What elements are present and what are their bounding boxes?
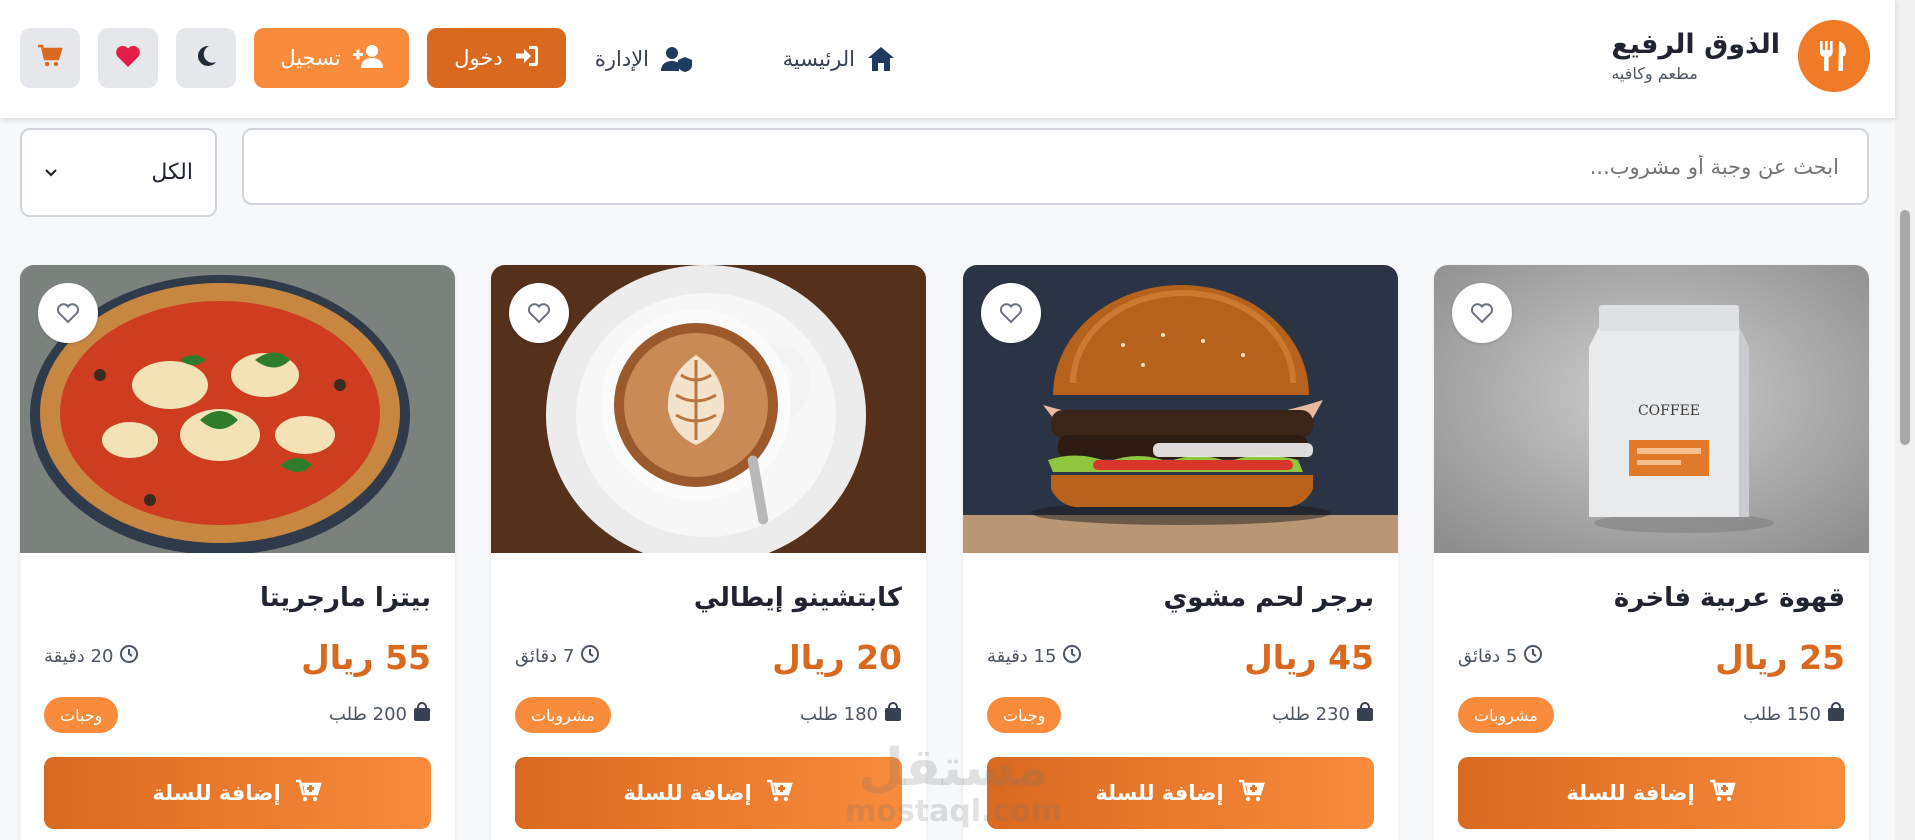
shopping-bag-icon (413, 702, 431, 727)
prep-time-label: 7 دقائق (515, 646, 575, 667)
svg-text:COFFEE: COFFEE (1638, 403, 1700, 419)
home-icon (867, 46, 895, 72)
clock-icon (580, 644, 600, 669)
favorite-toggle[interactable] (509, 283, 569, 343)
shopping-bag-icon (884, 702, 902, 727)
clock-icon (119, 644, 139, 669)
user-plus-icon (352, 44, 383, 73)
nav-home-label: الرئيسية (782, 47, 855, 71)
product-image-burger (963, 265, 1398, 553)
login-label: دخول (454, 46, 503, 70)
add-to-cart-label: إضافة للسلة (152, 781, 281, 805)
brand-subtitle: مطعم وكافيه (1611, 64, 1698, 83)
register-label: تسجيل (280, 46, 341, 70)
clock-icon (1523, 644, 1543, 669)
add-to-cart-button[interactable]: إضافة للسلة (515, 757, 902, 829)
order-count-label: 230 طلب (1271, 704, 1350, 725)
product-card: برجر لحم مشوي 45 ريال 15 دقيقة 230 طلب و… (963, 265, 1398, 840)
add-to-cart-label: إضافة للسلة (623, 781, 752, 805)
prep-time-label: 15 دقيقة (987, 646, 1057, 667)
nav-admin[interactable]: الإدارة (595, 0, 693, 118)
heart-outline-icon (999, 302, 1023, 324)
login-button[interactable]: دخول (427, 28, 566, 88)
cart-icon (37, 44, 63, 72)
product-name: برجر لحم مشوي (1163, 583, 1374, 613)
brand[interactable]: الذوق الرفيع مطعم وكافيه (1611, 20, 1870, 92)
favorite-toggle[interactable] (981, 283, 1041, 343)
product-price: 45 ريال (1244, 638, 1374, 677)
product-card: كابتشينو إيطالي 20 ريال 7 دقائق 180 طلب … (491, 265, 926, 840)
cart-plus-icon (295, 779, 323, 808)
chevron-down-icon (44, 163, 58, 182)
category-badge: وجبات (44, 697, 119, 733)
sign-in-icon (515, 45, 539, 72)
nav-admin-label: الإدارة (594, 47, 649, 71)
heart-outline-icon (527, 302, 551, 324)
favorite-toggle[interactable] (1452, 283, 1512, 343)
prep-time: 20 دقيقة (44, 644, 139, 669)
product-image-cappuccino (491, 265, 926, 553)
scrollbar[interactable] (1895, 0, 1915, 840)
add-to-cart-label: إضافة للسلة (1566, 781, 1695, 805)
favorites-button[interactable] (98, 28, 158, 88)
cart-plus-icon (1238, 779, 1266, 808)
moon-icon (194, 44, 218, 72)
prep-time: 15 دقيقة (987, 644, 1082, 669)
product-name: بيتزا مارجريتا (259, 583, 431, 613)
category-badge: وجبات (987, 697, 1062, 733)
heart-outline-icon (1470, 302, 1494, 324)
brand-text: الذوق الرفيع مطعم وكافيه (1611, 29, 1780, 83)
header: الذوق الرفيع مطعم وكافيه الرئيسية الإدار… (0, 0, 1895, 118)
register-button[interactable]: تسجيل (254, 28, 409, 88)
product-image-coffee-bag: COFFEE (1434, 265, 1869, 553)
category-select-value: الكل (151, 160, 193, 185)
product-name: قهوة عربية فاخرة (1613, 583, 1845, 613)
scrollbar-thumb[interactable] (1900, 210, 1910, 445)
nav-home[interactable]: الرئيسية (783, 0, 895, 118)
prep-time-label: 20 دقيقة (44, 646, 114, 667)
product-price: 25 ريال (1715, 638, 1845, 677)
cart-plus-icon (766, 779, 794, 808)
product-price: 55 ريال (301, 638, 431, 677)
favorite-toggle[interactable] (38, 283, 98, 343)
prep-time: 5 دقائق (1458, 644, 1543, 669)
order-count-label: 150 طلب (1742, 704, 1821, 725)
user-shield-icon (661, 46, 693, 72)
product-card: بيتزا مارجريتا 55 ريال 20 دقيقة 200 طلب … (20, 265, 455, 840)
category-badge: مشروبات (1458, 697, 1554, 733)
order-count: 230 طلب (1272, 702, 1374, 727)
add-to-cart-button[interactable]: إضافة للسلة (1458, 757, 1845, 829)
heart-outline-icon (56, 302, 80, 324)
order-count-label: 180 طلب (799, 704, 878, 725)
cart-plus-icon (1709, 779, 1737, 808)
add-to-cart-button[interactable]: إضافة للسلة (987, 757, 1374, 829)
brand-title: الذوق الرفيع (1611, 29, 1780, 60)
shopping-bag-icon (1356, 702, 1374, 727)
order-count-label: 200 طلب (328, 704, 407, 725)
order-count: 200 طلب (329, 702, 431, 727)
order-count: 150 طلب (1743, 702, 1845, 727)
search-input[interactable] (242, 128, 1869, 205)
add-to-cart-label: إضافة للسلة (1095, 781, 1224, 805)
heart-icon (115, 44, 141, 72)
order-count: 180 طلب (800, 702, 902, 727)
prep-time: 7 دقائق (515, 644, 600, 669)
dark-mode-toggle[interactable] (176, 28, 236, 88)
product-price: 20 ريال (772, 638, 902, 677)
cart-button[interactable] (20, 28, 80, 88)
clock-icon (1062, 644, 1082, 669)
add-to-cart-button[interactable]: إضافة للسلة (44, 757, 431, 829)
prep-time-label: 5 دقائق (1458, 646, 1518, 667)
product-image-pizza (20, 265, 455, 553)
product-card: COFFEE قهوة عربية فاخرة 25 ريال 5 دقائق (1434, 265, 1869, 840)
category-badge: مشروبات (515, 697, 611, 733)
shopping-bag-icon (1827, 702, 1845, 727)
category-select[interactable]: الكل (20, 128, 217, 217)
page: الذوق الرفيع مطعم وكافيه الرئيسية الإدار… (0, 0, 1915, 840)
utensils-icon (1798, 20, 1870, 92)
product-name: كابتشينو إيطالي (693, 583, 902, 613)
